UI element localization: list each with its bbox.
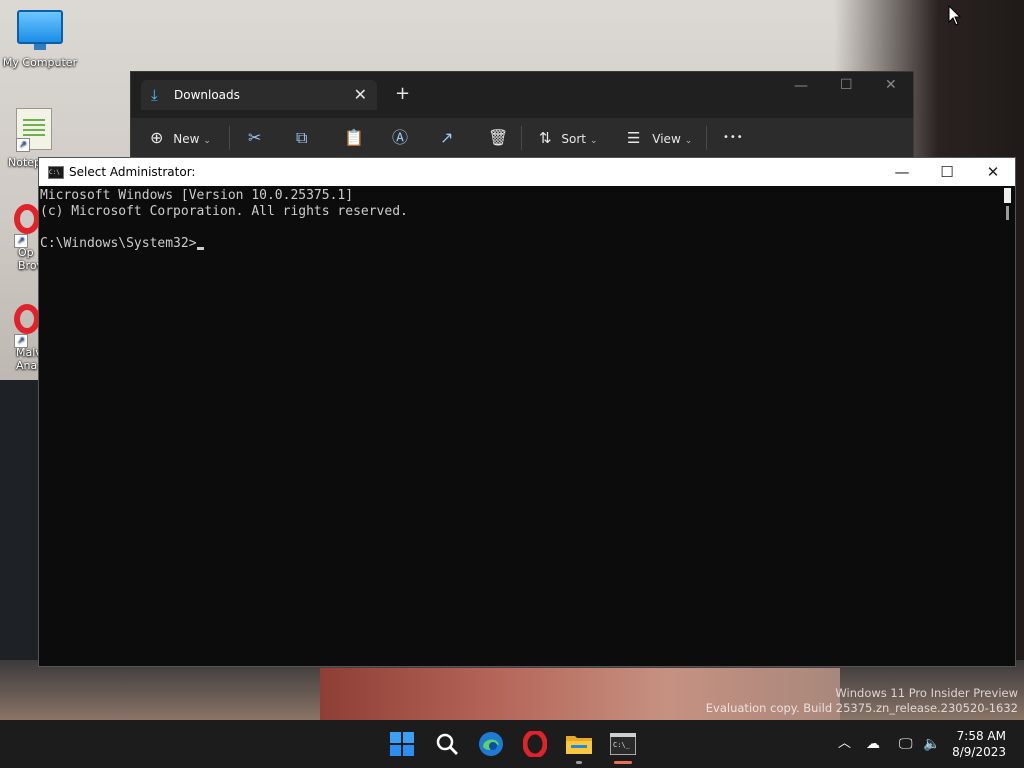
start-button[interactable] <box>384 726 420 762</box>
running-indicator <box>576 761 582 764</box>
terminal-button[interactable]: C:\_ <box>605 726 641 764</box>
scrollbar-track-marker <box>1006 206 1009 220</box>
console-output[interactable]: Microsoft Windows [Version 10.0.25375.1]… <box>39 186 1002 668</box>
terminal-icon: C:\_ <box>609 732 637 756</box>
watermark-line: Evaluation copy. Build 25375.zn_release.… <box>705 701 1018 715</box>
share-icon: ↗ <box>440 128 454 147</box>
network-icon[interactable]: 🖵 <box>899 720 913 768</box>
edge-icon <box>479 732 503 756</box>
desktop-icon-my-computer[interactable]: My Computer <box>2 10 78 69</box>
edge-button[interactable] <box>473 726 509 762</box>
new-tab-button[interactable]: + <box>395 83 410 104</box>
scissors-icon: ✂ <box>248 128 262 147</box>
console-line: (c) Microsoft Corporation. All rights re… <box>40 204 408 219</box>
opera-icon <box>14 304 40 334</box>
sort-icon: ⇅ <box>539 129 552 147</box>
toolbar-divider <box>229 126 230 150</box>
minimize-button[interactable]: — <box>794 78 808 94</box>
file-explorer-button[interactable] <box>561 726 597 764</box>
view-button[interactable]: ☰ View ⌄ <box>627 118 692 158</box>
maximize-button[interactable]: ☐ <box>924 160 970 184</box>
copy-icon: ⧉ <box>296 128 308 147</box>
chevron-down-icon: ⌄ <box>684 136 693 146</box>
toolbar-divider <box>706 126 707 150</box>
start-icon <box>390 732 414 756</box>
clock[interactable]: 7:58 AM 8/9/2023 <box>952 728 1006 760</box>
text-cursor <box>196 247 204 250</box>
command-prompt-window[interactable]: C:\ Select Administrator: — ☐ ✕ Microsof… <box>38 157 1016 667</box>
console-line: Microsoft Windows [Version 10.0.25375.1] <box>40 188 354 203</box>
close-button[interactable]: ✕ <box>970 160 1016 184</box>
volume-icon[interactable]: 🔈 <box>923 720 940 768</box>
delete-button[interactable]: 🗑 <box>488 118 508 158</box>
minimize-button[interactable]: — <box>879 160 925 184</box>
rename-icon: Ⓐ <box>392 128 409 147</box>
title-bar[interactable]: C:\ Select Administrator: — ☐ ✕ <box>39 158 1015 186</box>
file-explorer-icon <box>566 736 592 754</box>
shortcut-arrow-icon: ↗ <box>14 334 28 348</box>
chevron-down-icon: ⌄ <box>203 136 211 146</box>
search-button[interactable] <box>429 726 465 762</box>
more-options-button[interactable]: ••• <box>723 118 744 158</box>
plus-circle-icon: ⊕ <box>150 128 164 147</box>
shortcut-arrow-icon: ↗ <box>14 234 28 248</box>
explorer-toolbar: ⊕ New ⌄ ✂ ⧉ 📋 Ⓐ ↗ 🗑 ⇅ Sort ⌄ ☰ View ⌄ ••• <box>131 118 913 158</box>
sort-button[interactable]: ⇅ Sort ⌄ <box>539 118 598 158</box>
download-icon: ⤓ <box>151 86 158 104</box>
clock-date: 8/9/2023 <box>952 745 1006 759</box>
svg-text:C:\_: C:\_ <box>613 741 631 749</box>
watermark-line: Windows 11 Pro Insider Preview <box>835 686 1018 700</box>
trash-icon: 🗑 <box>488 128 509 147</box>
opera-icon <box>14 204 40 234</box>
evaluation-watermark: Windows 11 Pro Insider Preview Evaluatio… <box>706 686 1018 716</box>
desktop-icon-label: My Computer <box>2 56 78 69</box>
opera-button[interactable] <box>517 726 553 762</box>
copy-button[interactable]: ⧉ <box>296 118 307 158</box>
paste-button[interactable]: 📋 <box>344 118 364 158</box>
prompt-line[interactable]: C:\Windows\System32> <box>40 236 1002 252</box>
window-title: Select Administrator: <box>69 165 196 179</box>
clock-time: 7:58 AM <box>956 729 1006 743</box>
taskbar: C:\_ ︿ ☁ 🖵 🔈 7:58 AM 8/9/2023 <box>0 720 1024 768</box>
scrollbar[interactable] <box>1001 186 1015 666</box>
active-indicator <box>614 761 632 764</box>
rename-button[interactable]: Ⓐ <box>392 118 408 158</box>
shortcut-arrow-icon: ↗ <box>16 138 30 152</box>
scrollbar-thumb[interactable] <box>1004 188 1011 203</box>
close-tab-icon[interactable]: ✕ <box>354 85 367 104</box>
cut-button[interactable]: ✂ <box>248 118 261 158</box>
share-button[interactable]: ↗ <box>440 118 453 158</box>
monitor-icon <box>17 10 63 50</box>
tab-title: Downloads <box>174 88 240 102</box>
toolbar-divider <box>521 126 522 150</box>
show-hidden-icons-chevron-icon[interactable]: ︿ <box>838 720 851 768</box>
chevron-down-icon: ⌄ <box>590 136 598 146</box>
opera-icon <box>522 729 548 759</box>
maximize-button[interactable]: ☐ <box>840 77 853 93</box>
cmd-icon: C:\ <box>48 166 64 179</box>
clipboard-icon: 📋 <box>344 128 364 147</box>
search-icon <box>436 733 458 755</box>
prompt-text: C:\Windows\System32> <box>40 236 197 251</box>
new-button[interactable]: ⊕ New ⌄ <box>150 118 211 158</box>
close-button[interactable]: ✕ <box>885 77 897 93</box>
view-list-icon: ☰ <box>627 129 641 147</box>
cloud-offline-icon[interactable]: ☁ <box>866 720 880 768</box>
mouse-pointer-icon <box>948 5 962 26</box>
tab-downloads[interactable]: ⤓ Downloads ✕ <box>141 80 377 110</box>
